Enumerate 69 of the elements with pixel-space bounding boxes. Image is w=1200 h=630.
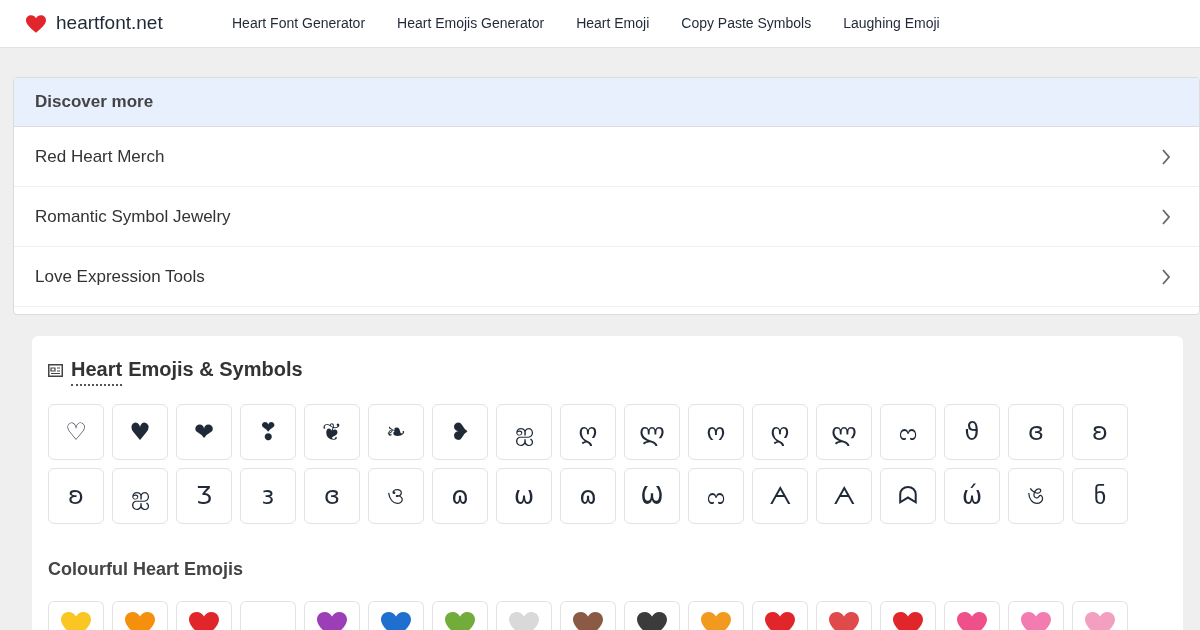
discover-item[interactable]: Love Expression Tools: [14, 247, 1199, 307]
symbol-tile[interactable]: ᦂ: [880, 404, 936, 460]
nav-link[interactable]: Copy Paste Symbols: [681, 13, 812, 34]
emoji-tile[interactable]: [944, 601, 1000, 630]
symbol-tile[interactable]: ❤: [176, 404, 232, 460]
symbol-tile[interactable]: ღ: [752, 404, 808, 460]
emoji-tile[interactable]: [624, 601, 680, 630]
emoji-tile[interactable]: [112, 601, 168, 630]
symbol-tile[interactable]: ஐ: [496, 404, 552, 460]
symbol-tile[interactable]: ❣: [240, 404, 296, 460]
symbol-tile[interactable]: ❥: [432, 404, 488, 460]
symbol-tile[interactable]: ლ: [624, 404, 680, 460]
symbol-tile[interactable]: ώ: [944, 468, 1000, 524]
symbol-tile[interactable]: ო: [688, 404, 744, 460]
symbol-tile[interactable]: ɷ: [432, 468, 488, 524]
symbol-tile[interactable]: ঙ: [1008, 468, 1064, 524]
symbol-tile[interactable]: з: [240, 468, 296, 524]
emoji-tile[interactable]: [1072, 601, 1128, 630]
nav-link[interactable]: Heart Font Generator: [232, 13, 366, 34]
symbol-tile[interactable]: ❧: [368, 404, 424, 460]
symbol-tile[interactable]: ლ: [816, 404, 872, 460]
emoji-tile[interactable]: [496, 601, 552, 630]
emoji-tile[interactable]: [880, 601, 936, 630]
heart-icon: [26, 14, 46, 33]
heart-link[interactable]: Heart: [71, 354, 123, 386]
emoji-tile[interactable]: [560, 601, 616, 630]
symbol-tile[interactable]: ნ: [1072, 468, 1128, 524]
emoji-tile[interactable]: [688, 601, 744, 630]
symbol-tile[interactable]: ♡: [48, 404, 104, 460]
newspaper-icon: [48, 363, 63, 377]
emoji-tile[interactable]: [1008, 601, 1064, 630]
symbol-tile[interactable]: ஐ: [112, 468, 168, 524]
chevron-right-icon: [1161, 148, 1171, 165]
nav-link[interactable]: Laughing Emoji: [843, 13, 940, 34]
emoji-tile[interactable]: [432, 601, 488, 630]
symbol-tile[interactable]: ᗣ: [880, 468, 936, 524]
chevron-right-icon: [1161, 268, 1171, 285]
symbol-tile[interactable]: ϑ: [944, 404, 1000, 460]
nav-link[interactable]: Heart Emojis Generator: [397, 13, 545, 34]
symbol-tile[interactable]: ω: [496, 468, 552, 524]
section-title: Emojis & Symbols: [128, 357, 303, 382]
symbol-tile[interactable]: ɞ: [1008, 404, 1064, 460]
emoji-tile[interactable]: [752, 601, 808, 630]
emoji-tile[interactable]: [816, 601, 872, 630]
site-logo[interactable]: heartfont.net: [56, 9, 163, 38]
symbol-tile[interactable]: Ѡ: [624, 468, 680, 524]
symbol-tile[interactable]: ღ: [560, 404, 616, 460]
symbol-tile[interactable]: ᗅ: [752, 468, 808, 524]
discover-item[interactable]: Red Heart Merch: [14, 127, 1199, 187]
subtitle: Colourful Heart Emojis: [48, 558, 245, 581]
symbol-tile[interactable]: ɞ: [304, 468, 360, 524]
emoji-tile[interactable]: [304, 601, 360, 630]
symbol-tile[interactable]: Ʒ: [176, 468, 232, 524]
discover-title: Discover more: [14, 78, 1199, 127]
nav-link[interactable]: Heart Emoji: [576, 13, 650, 34]
discover-item[interactable]: Romantic Symbol Jewelry: [14, 187, 1199, 247]
symbol-tile[interactable]: ᦂ: [688, 468, 744, 524]
symbol-tile[interactable]: ʚ: [48, 468, 104, 524]
symbol-tile[interactable]: ❦: [304, 404, 360, 460]
chevron-right-icon: [1161, 208, 1171, 225]
emoji-tile[interactable]: [48, 601, 104, 630]
symbol-tile[interactable]: ♥: [112, 404, 168, 460]
symbol-tile[interactable]: ʚ: [1072, 404, 1128, 460]
symbol-tile[interactable]: ɷ: [560, 468, 616, 524]
emoji-tile[interactable]: [176, 601, 232, 630]
symbol-tile[interactable]: ᗅ: [816, 468, 872, 524]
symbol-tile[interactable]: ও: [368, 468, 424, 524]
emoji-tile[interactable]: [368, 601, 424, 630]
emoji-tile[interactable]: [240, 601, 296, 630]
